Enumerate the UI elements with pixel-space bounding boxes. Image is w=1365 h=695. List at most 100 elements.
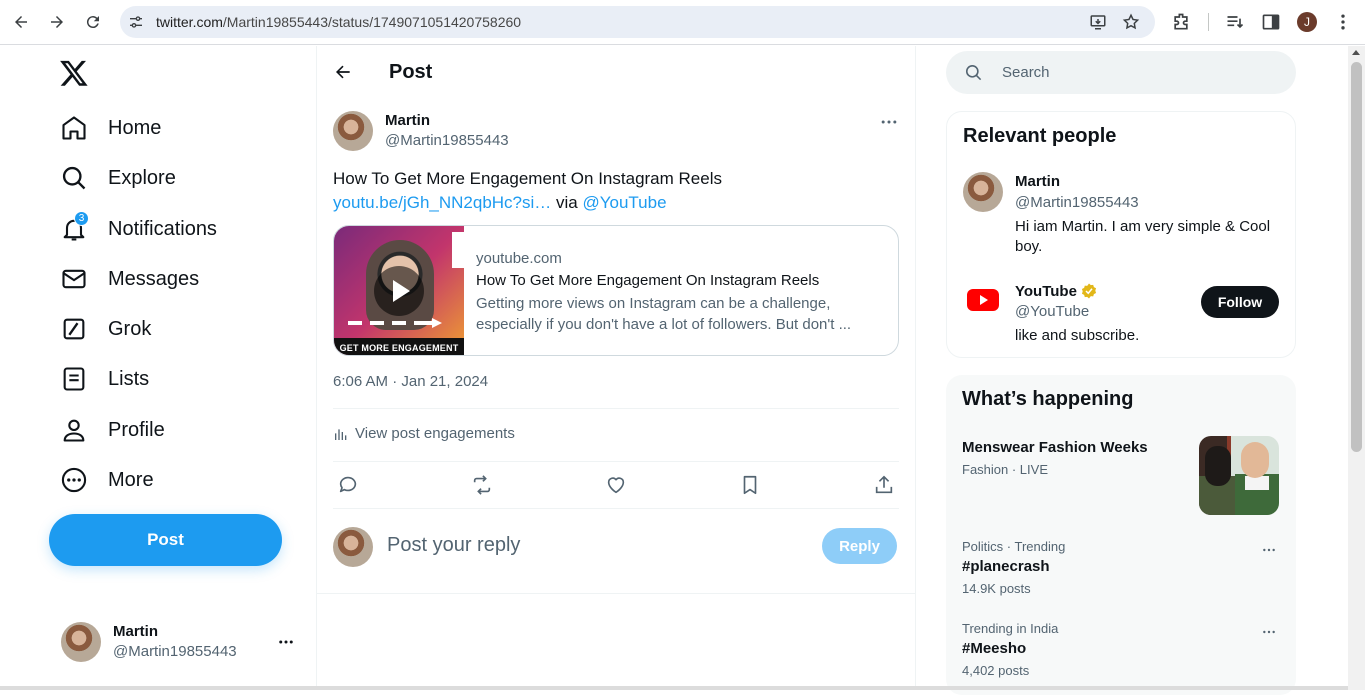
youtube-bio: like and subscribe. [1015,327,1140,344]
view-engagements-link[interactable]: View post engagements [333,425,515,442]
person-icon [63,419,85,442]
kebab-menu-icon[interactable] [1333,12,1353,32]
card-title: How To Get More Engagement On Instagram … [476,272,820,289]
nav-messages-label: Messages [108,267,200,290]
nav-home[interactable]: Home [60,108,161,148]
tweet-link[interactable]: youtu.be/jGh_NN2qbHc?si… [333,193,551,212]
search-icon [62,166,86,190]
x-logo-icon[interactable] [59,58,89,88]
reply-input[interactable]: Post your reply [387,534,520,557]
star-icon[interactable] [1122,13,1140,31]
account-switcher[interactable]: Martin @Martin19855443 [61,621,301,663]
follow-button[interactable]: Follow [1201,286,1279,318]
tweet-mention[interactable]: @YouTube [582,193,666,212]
nav-profile-label: Profile [108,418,165,441]
reply-button[interactable]: Reply [822,528,897,564]
card-domain: youtube.com [476,250,562,267]
envelope-icon [62,269,86,289]
notification-count-badge: 3 [74,211,89,226]
extensions-icon[interactable] [1171,12,1191,32]
tweet-author-handle[interactable]: @Martin19855443 [385,132,509,149]
more-horizontal-icon [279,640,293,644]
scroll-up-arrow[interactable] [1352,50,1360,55]
like-heart-icon[interactable] [605,474,627,496]
right-sidebar: Search Relevant people Martin @Martin198… [916,46,1348,695]
nav-notifications[interactable]: 3 Notifications [60,209,217,249]
person-handle[interactable]: @Martin19855443 [1015,194,1139,211]
trend-more-icon[interactable] [1259,542,1279,558]
browser-forward-button[interactable] [45,10,69,34]
tweet-actions [333,474,899,498]
tweet-text: How To Get More Engagement On Instagram … [333,167,893,215]
bookmark-icon[interactable] [739,474,761,496]
relevant-people-panel: Relevant people Martin @Martin19855443 H… [946,111,1296,358]
vertical-scrollbar[interactable] [1348,46,1365,690]
whats-happening-panel: What’s happening Menswear Fashion Weeks … [946,375,1296,695]
tweet-author-name[interactable]: Martin [385,112,430,129]
featured-event-image[interactable] [1199,436,1279,515]
horizontal-scrollbar[interactable] [0,686,1348,690]
link-preview-card[interactable]: GET MORE ENGAGEMENT youtube.com How To G… [333,225,899,356]
browser-toolbar: twitter.com/Martin19855443/status/174907… [0,0,1365,45]
back-arrow-icon[interactable] [333,62,353,82]
url-path: /Martin19855443/status/17490710514207582… [222,14,522,30]
nav-more-label: More [108,468,154,491]
person-bio: Hi iam Martin. I am very simple & Cool b… [1015,218,1271,255]
list-icon [63,367,85,391]
reply-icon[interactable] [337,474,359,496]
featured-event-title[interactable]: Menswear Fashion Weeks [962,439,1148,456]
trend-title[interactable]: #Meesho [962,640,1026,657]
account-name: Martin [113,623,158,640]
share-icon[interactable] [873,474,895,496]
browser-profile-avatar[interactable]: J [1297,12,1317,32]
tweet-timestamp[interactable]: 6:06 AM · Jan 21, 2024 [333,373,488,390]
verified-badge-icon [1081,283,1096,299]
install-app-icon[interactable] [1089,13,1107,31]
scrollbar-thumb[interactable] [1351,62,1362,452]
address-bar[interactable]: twitter.com/Martin19855443/status/174907… [120,6,1155,38]
youtube-name-text: YouTube [1015,282,1077,300]
person-name[interactable]: Martin [1015,173,1060,190]
tweet-more-icon[interactable] [879,112,899,132]
toolbar-separator [1208,13,1209,31]
avatar[interactable] [963,172,1003,212]
search-input[interactable]: Search [946,51,1296,94]
grok-icon [63,318,85,340]
more-circle-icon [61,467,87,493]
trend-title[interactable]: #planecrash [962,558,1050,575]
trend-more-icon[interactable] [1259,624,1279,640]
youtube-logo-icon[interactable] [967,289,999,311]
post-header: Post [317,46,916,99]
divider [333,508,899,509]
play-button[interactable] [374,266,424,316]
arrows-graphic [348,318,442,328]
relevant-people-title: Relevant people [963,125,1117,147]
nav-messages[interactable]: Messages [60,259,199,299]
left-sidebar: Home Explore 3 Notifications Messages Gr… [0,46,317,690]
side-panel-icon[interactable] [1261,12,1281,32]
browser-back-button[interactable] [9,10,33,34]
compose-post-button[interactable]: Post [49,514,282,566]
main-column: Post Martin @Martin19855443 How To Get M… [317,46,916,690]
tweet-body: How To Get More Engagement On Instagram … [333,169,722,188]
nav-lists[interactable]: Lists [60,359,149,399]
tweet-author-avatar[interactable] [333,111,373,151]
repost-icon[interactable] [471,474,493,496]
divider [317,593,916,594]
tweet-via: via [556,193,578,212]
url-text: twitter.com/Martin19855443/status/174907… [156,14,521,30]
nav-grok[interactable]: Grok [60,309,151,349]
nav-profile[interactable]: Profile [60,410,165,450]
site-settings-icon[interactable] [128,14,144,30]
youtube-name[interactable]: YouTube [1015,282,1098,300]
nav-explore-label: Explore [108,166,176,189]
youtube-handle[interactable]: @YouTube [1015,303,1089,320]
reading-list-icon[interactable] [1225,12,1245,32]
browser-reload-button[interactable] [81,10,105,34]
avatar [61,622,101,662]
nav-more[interactable]: More [60,460,154,500]
trend-count: 14.9K posts [962,581,1031,596]
thumbnail-caption: GET MORE ENGAGEMENT [334,338,464,355]
play-icon [393,280,410,302]
nav-explore[interactable]: Explore [60,158,176,198]
